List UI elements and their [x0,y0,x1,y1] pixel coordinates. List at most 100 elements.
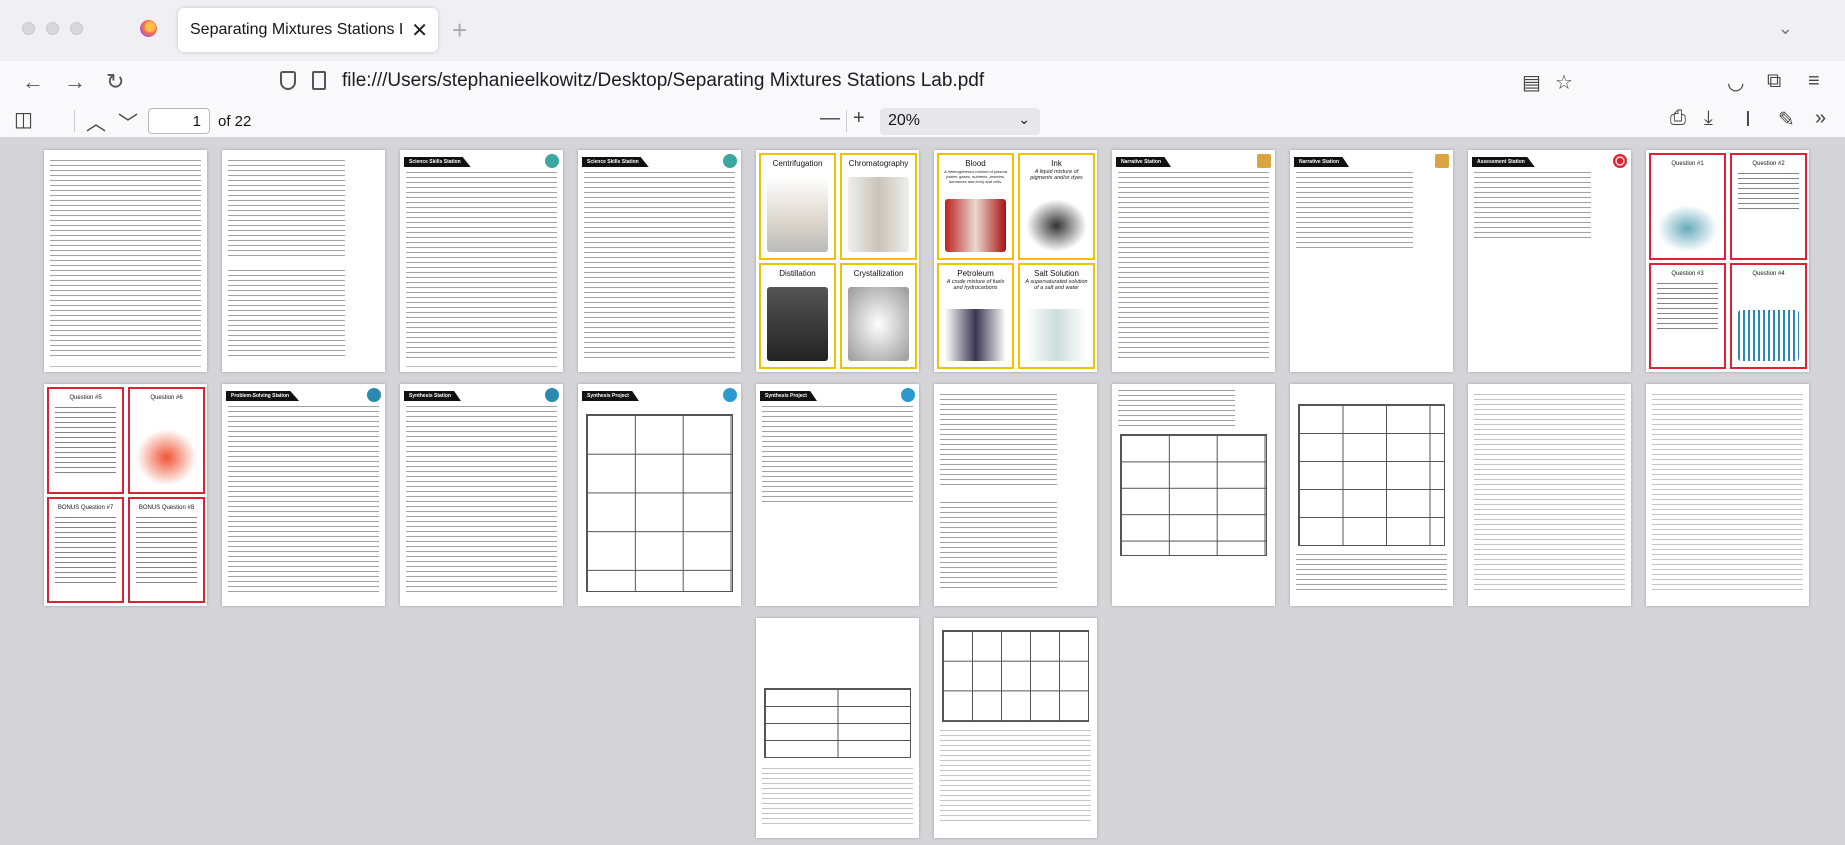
page-down-icon[interactable]: ﹀ [118,107,138,136]
pdf-page-9[interactable]: Assessment Station [1468,150,1631,372]
pdf-viewer[interactable]: Science Skills Station Science Skills St… [0,138,1845,845]
bookmark-star-icon[interactable]: ☆ [1555,70,1573,95]
pdf-page-14[interactable]: Synthesis Project [578,384,741,606]
draw-icon[interactable]: ✎ [1778,107,1795,132]
target-icon [1613,154,1627,168]
station-header: Narrative Station [1116,157,1172,167]
puzzle-icon [545,388,559,402]
zoom-in-icon[interactable]: + [853,107,865,130]
tab-title: Separating Mixtures Stations Lab.pdf [190,21,402,38]
tab-list-chevron-icon[interactable]: ⌄ [1778,18,1793,39]
back-arrow-icon[interactable]: ← [22,69,44,95]
gears-icon [367,388,381,402]
firefox-logo-icon[interactable] [140,20,157,37]
pdf-page-21[interactable] [756,618,919,838]
card-crystallization: Crystallization [840,263,917,369]
card-chromatography: Chromatography [840,153,917,260]
pdf-page-10[interactable]: Question #1 Question #2 Question #3 Ques… [1646,150,1809,372]
shield-icon[interactable] [280,71,296,90]
text-cursor-icon[interactable]: Ⅰ [1745,107,1751,132]
card-title: BONUS Question #7 [57,505,114,511]
minimize-window-button[interactable] [46,22,59,35]
pdf-page-19[interactable] [1468,384,1631,606]
pocket-icon[interactable]: ◡ [1727,70,1744,95]
page-up-icon[interactable]: ︿ [86,107,106,136]
globe-icon [723,388,737,402]
card-subtitle: A crude mixture of fuels and hydrocarbon… [946,279,1005,291]
pdf-page-1[interactable] [44,150,207,372]
pdf-page-16[interactable] [934,384,1097,606]
download-icon[interactable]: ⤓ [1704,107,1713,130]
card-question-6: Question #6 [128,387,205,494]
new-tab-button[interactable]: + [452,15,467,46]
url-bar[interactable]: file:///Users/stephanieelkowitz/Desktop/… [342,70,984,92]
recording-table [1120,434,1267,556]
question-text [1657,283,1718,333]
sidebar-toggle-icon[interactable]: ◫ [14,107,33,132]
card-distillation: Distillation [759,263,836,369]
card-bonus-question-7: BONUS Question #7 [47,497,124,603]
crystallization-image [848,287,909,361]
pdf-page-15[interactable]: Synthesis Project [756,384,919,606]
reader-view-icon[interactable]: ▤ [1522,70,1541,95]
card-question-1: Question #1 [1649,153,1726,260]
page-number-input[interactable]: 1 [148,108,210,134]
card-question-4: Question #4 [1730,263,1807,369]
page-text [228,160,345,257]
pdf-page-4[interactable]: Science Skills Station [578,150,741,372]
question-text [55,407,116,477]
card-centrifugation: Centrifugation [759,153,836,260]
project-table [586,414,733,592]
pdf-page-5[interactable]: Centrifugation Chromatography Distillati… [756,150,919,372]
recording-table [764,688,911,758]
zoom-out-icon[interactable]: — [820,107,840,130]
card-title: Centrifugation [772,159,823,168]
menu-icon[interactable]: ≡ [1808,70,1820,93]
close-tab-icon[interactable]: ✕ [411,18,428,43]
page-count: of 22 [218,113,252,130]
pdf-page-22[interactable] [934,618,1097,838]
zoom-select[interactable]: 20% ⌄ [880,108,1040,135]
pdf-page-17[interactable] [1112,384,1275,606]
print-icon[interactable]: ⎙ [1670,107,1686,130]
pdf-page-12[interactable]: Problem-Solving Station [222,384,385,606]
more-tools-icon[interactable]: » [1815,107,1826,130]
pdf-page-11[interactable]: Question #5 Question #6 BONUS Question #… [44,384,207,606]
question-text [136,517,197,587]
document-icon[interactable] [312,71,326,90]
card-subtitle: A heterogeneous mixture of plasma (water… [944,169,1007,184]
microscope-icon [723,154,737,168]
book-icon [1435,154,1449,168]
pdf-page-2[interactable] [222,150,385,372]
card-question-5: Question #5 [47,387,124,494]
pdf-page-13[interactable]: Synthesis Station [400,384,563,606]
reload-icon[interactable]: ↻ [106,69,124,95]
petroleum-image [945,309,1006,361]
answer-lines [762,768,913,824]
salt-solution-image [1026,309,1087,361]
pdf-page-3[interactable]: Science Skills Station [400,150,563,372]
microscope-icon [545,154,559,168]
page-footer [50,366,201,367]
card-subtitle: A supersaturated solution of a salt and … [1025,279,1088,291]
card-title: Question #5 [69,395,102,401]
card-question-2: Question #2 [1730,153,1807,260]
close-window-button[interactable] [22,22,35,35]
ink-bottles-image [1026,199,1087,252]
maximize-window-button[interactable] [70,22,83,35]
pdf-page-7[interactable]: Narrative Station [1112,150,1275,372]
toolbar-divider [846,110,847,132]
page-text [940,502,1057,592]
pdf-page-20[interactable] [1646,384,1809,606]
pdf-page-18[interactable] [1290,384,1453,606]
active-tab[interactable]: Separating Mixtures Stations Lab.pdf ✕ [178,8,438,52]
card-title: Question #1 [1671,161,1704,167]
card-subtitle: A liquid mixture of pigments and/or dyes [1030,169,1083,181]
pdf-page-6[interactable]: Blood A heterogeneous mixture of plasma … [934,150,1097,372]
card-bonus-question-8: BONUS Question #8 [128,497,205,603]
navigation-bar: ← → ↻ file:///Users/stephanieelkowitz/De… [0,61,1845,104]
pdf-page-8[interactable]: Narrative Station [1290,150,1453,372]
extensions-icon[interactable]: ⧉ [1767,70,1781,93]
page-text [762,406,913,506]
forward-arrow-icon[interactable]: → [64,69,86,95]
